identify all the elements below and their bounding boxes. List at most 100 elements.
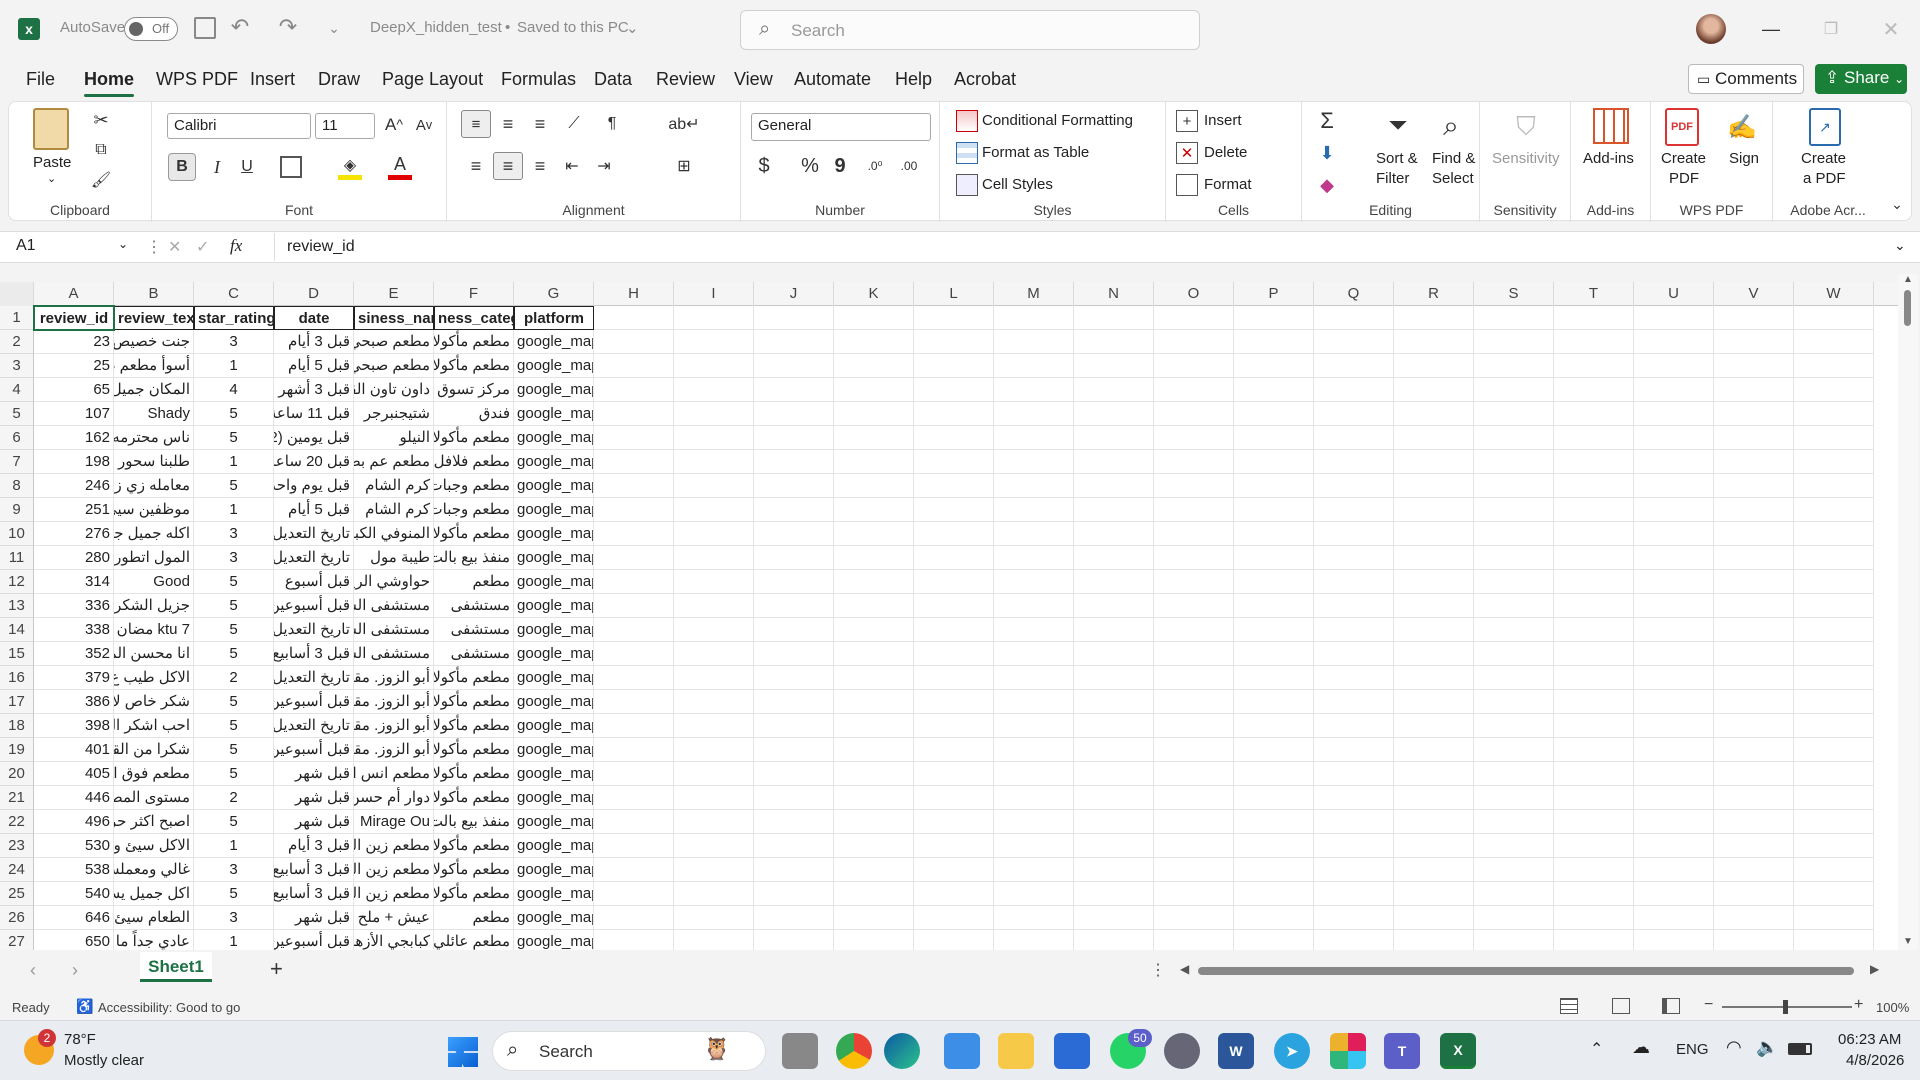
empty-cell[interactable] <box>754 474 834 498</box>
empty-cell[interactable] <box>834 402 914 426</box>
conditional-formatting-button[interactable]: Conditional Formatting <box>982 112 1133 129</box>
empty-cell[interactable] <box>1714 762 1794 786</box>
cell-review-text[interactable]: انا محسن الم <box>114 642 194 666</box>
empty-cell[interactable] <box>1554 498 1634 522</box>
empty-cell[interactable] <box>754 522 834 546</box>
empty-cell[interactable] <box>1794 714 1874 738</box>
empty-cell[interactable] <box>1314 714 1394 738</box>
empty-cell[interactable] <box>594 450 674 474</box>
tab-help[interactable]: Help <box>895 69 932 90</box>
empty-cell[interactable] <box>674 570 754 594</box>
empty-cell[interactable] <box>1794 378 1874 402</box>
empty-cell[interactable] <box>914 378 994 402</box>
cell-review-id[interactable]: 65 <box>34 378 114 402</box>
empty-cell[interactable] <box>834 306 914 330</box>
empty-cell[interactable] <box>1474 426 1554 450</box>
create-pdf-label-2[interactable]: PDF <box>1669 170 1699 187</box>
row-header-12[interactable]: 12 <box>0 570 34 594</box>
empty-cell[interactable] <box>1554 882 1634 906</box>
empty-cell[interactable] <box>1154 762 1234 786</box>
cell-business-name[interactable]: مطعم عم بط <box>354 450 434 474</box>
weather-temp[interactable]: 78°F <box>64 1031 96 1048</box>
cell-business-category[interactable]: مطعم مأكولا <box>434 882 514 906</box>
empty-cell[interactable] <box>1474 930 1554 950</box>
cell-business-name[interactable]: مطعم صبحي <box>354 330 434 354</box>
empty-cell[interactable] <box>914 546 994 570</box>
empty-cell[interactable] <box>1074 834 1154 858</box>
empty-cell[interactable] <box>1474 858 1554 882</box>
empty-cell[interactable] <box>994 618 1074 642</box>
empty-cell[interactable] <box>594 906 674 930</box>
empty-cell[interactable] <box>834 450 914 474</box>
empty-cell[interactable] <box>1794 594 1874 618</box>
empty-cell[interactable] <box>1234 498 1314 522</box>
cell-date[interactable]: قبل أسبوعين <box>274 738 354 762</box>
empty-cell[interactable] <box>834 594 914 618</box>
empty-cell[interactable] <box>994 378 1074 402</box>
cell-star-rating[interactable]: 1 <box>194 354 274 378</box>
teams-icon[interactable]: T <box>1384 1033 1420 1069</box>
empty-cell[interactable] <box>1554 522 1634 546</box>
taskbar-search[interactable]: ⌕ Search 🦉 <box>492 1031 766 1071</box>
empty-cell[interactable] <box>1554 570 1634 594</box>
empty-cell[interactable] <box>1474 810 1554 834</box>
empty-cell[interactable] <box>834 522 914 546</box>
paste-icon[interactable] <box>33 108 69 150</box>
empty-cell[interactable] <box>1394 738 1474 762</box>
empty-cell[interactable] <box>1634 690 1714 714</box>
cell-business-category[interactable]: فندق <box>434 402 514 426</box>
underline-button[interactable]: U <box>234 153 260 181</box>
empty-cell[interactable] <box>1394 810 1474 834</box>
comments-button[interactable]: ▭ Comments <box>1688 64 1804 94</box>
row-header-10[interactable]: 10 <box>0 522 34 546</box>
cell-review-id[interactable]: 496 <box>34 810 114 834</box>
cell-business-name[interactable]: حواوشي الريس <box>354 570 434 594</box>
empty-cell[interactable] <box>1554 354 1634 378</box>
scroll-down-icon[interactable]: ▼ <box>1903 936 1913 947</box>
cell-review-text[interactable]: غالي ومعملش <box>114 858 194 882</box>
cell-business-category[interactable]: مستشفى <box>434 618 514 642</box>
empty-cell[interactable] <box>594 306 674 330</box>
column-header-e[interactable]: E <box>354 282 434 306</box>
tab-page-layout[interactable]: Page Layout <box>382 69 483 90</box>
empty-cell[interactable] <box>1714 882 1794 906</box>
autosum-icon[interactable]: Σ <box>1314 108 1340 134</box>
empty-cell[interactable] <box>1554 714 1634 738</box>
empty-cell[interactable] <box>834 666 914 690</box>
empty-cell[interactable] <box>1794 402 1874 426</box>
empty-cell[interactable] <box>674 810 754 834</box>
empty-cell[interactable] <box>754 642 834 666</box>
cell-platform[interactable]: google_maps <box>514 690 594 714</box>
empty-cell[interactable] <box>1474 522 1554 546</box>
empty-cell[interactable] <box>1634 714 1714 738</box>
comma-button[interactable]: 9 <box>827 152 853 180</box>
empty-cell[interactable] <box>1074 738 1154 762</box>
cell-business-name[interactable]: كرم الشام <box>354 474 434 498</box>
empty-cell[interactable] <box>834 426 914 450</box>
vertical-scroll-thumb[interactable] <box>1904 290 1911 326</box>
cell-date[interactable]: قبل شهر <box>274 810 354 834</box>
addins-button[interactable]: Add-ins <box>1583 150 1634 167</box>
align-top-icon[interactable]: ≡ <box>461 110 491 138</box>
empty-cell[interactable] <box>994 402 1074 426</box>
empty-cell[interactable] <box>914 762 994 786</box>
cloud-app-icon[interactable] <box>944 1033 980 1069</box>
find-select-label-1[interactable]: Find & <box>1432 150 1475 167</box>
row-header-6[interactable]: 6 <box>0 426 34 450</box>
empty-cell[interactable] <box>1474 354 1554 378</box>
empty-cell[interactable] <box>1714 474 1794 498</box>
empty-cell[interactable] <box>754 594 834 618</box>
empty-cell[interactable] <box>1234 642 1314 666</box>
cell-business-name[interactable]: مطعم زين الد <box>354 882 434 906</box>
column-header-n[interactable]: N <box>1074 282 1154 306</box>
cell-review-text[interactable]: جزيل الشكر <box>114 594 194 618</box>
store-icon[interactable] <box>1054 1033 1090 1069</box>
empty-cell[interactable] <box>1554 666 1634 690</box>
empty-cell[interactable] <box>1314 906 1394 930</box>
empty-cell[interactable] <box>1794 930 1874 950</box>
cell-review-text[interactable]: ktu 7 مضان <box>114 618 194 642</box>
task-view-icon[interactable] <box>782 1033 818 1069</box>
empty-cell[interactable] <box>1314 738 1394 762</box>
cell-business-name[interactable]: مطعم زين الد <box>354 834 434 858</box>
row-header-18[interactable]: 18 <box>0 714 34 738</box>
